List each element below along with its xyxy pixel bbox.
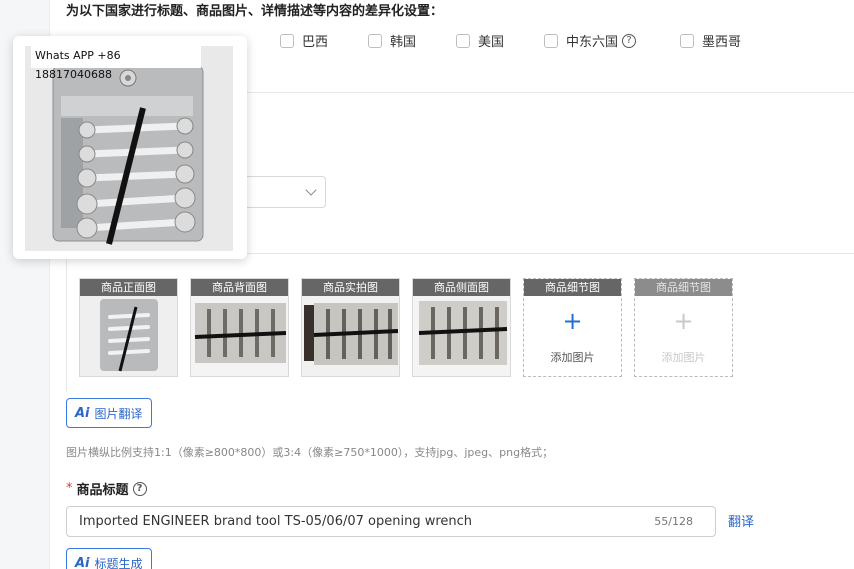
slot-label: 商品细节图 <box>524 279 621 296</box>
checkbox[interactable] <box>456 33 470 48</box>
image-slot-detail-disabled: 商品细节图 + 添加图片 <box>634 278 733 377</box>
title-label-text: 商品标题 <box>76 483 129 498</box>
country-checkbox-brazil[interactable]: 巴西 <box>280 31 328 50</box>
image-preview-popover: Whats APP +86 18817040688 <box>13 36 247 259</box>
chevron-down-icon <box>305 184 317 196</box>
country-checkbox-mexico[interactable]: 墨西哥 <box>680 31 741 50</box>
watermark-caption: Whats APP +86 18817040688 <box>31 46 201 81</box>
image-slot-real-shot[interactable]: 商品实拍图 <box>301 278 400 377</box>
slot-label: 商品正面图 <box>80 279 177 296</box>
checkbox[interactable] <box>368 33 382 48</box>
checkbox[interactable] <box>280 33 294 48</box>
country-checkbox-middle-east[interactable]: 中东六国 ? <box>544 31 637 50</box>
image-translate-button[interactable]: Ai 图片翻译 <box>66 398 152 428</box>
title-input[interactable]: Imported ENGINEER brand tool TS-05/06/07… <box>66 506 716 537</box>
title-generate-button[interactable]: Ai 标题生成 <box>66 548 152 569</box>
settings-heading: 为以下国家进行标题、商品图片、详情描述等内容的差异化设置： <box>66 4 444 19</box>
product-preview-image: Whats APP +86 18817040688 <box>25 46 233 251</box>
slot-label: 商品侧面图 <box>413 279 510 296</box>
country-label: 墨西哥 <box>702 35 742 50</box>
image-slot-row: 商品正面图 商品背面图 商品实拍图 商品侧面图 商品细节图 + 添加图片 商品细… <box>79 278 739 377</box>
country-checkbox-korea[interactable]: 韩国 <box>368 31 416 50</box>
ai-icon: Ai <box>75 555 90 569</box>
country-label: 巴西 <box>302 35 329 50</box>
slot-label: 商品细节图 <box>635 279 732 296</box>
image-translate-label: 图片翻译 <box>94 406 143 421</box>
country-label: 美国 <box>478 35 505 50</box>
ai-icon: Ai <box>75 405 90 421</box>
plus-icon: + <box>562 307 583 335</box>
add-image-label: 添加图片 <box>550 351 595 364</box>
add-image-label: 添加图片 <box>661 351 706 364</box>
plus-icon: + <box>673 307 694 335</box>
slot-label: 商品实拍图 <box>302 279 399 296</box>
image-slot-back[interactable]: 商品背面图 <box>190 278 289 377</box>
country-label: 韩国 <box>390 35 417 50</box>
character-count: 55/128 <box>654 515 693 528</box>
title-field-label: * 商品标题 ? <box>66 479 147 498</box>
checkbox[interactable] <box>680 33 694 48</box>
checkbox[interactable] <box>544 33 558 48</box>
image-slot-front[interactable]: 商品正面图 <box>79 278 178 377</box>
image-slot-detail-add[interactable]: 商品细节图 + 添加图片 <box>523 278 622 377</box>
question-icon[interactable]: ? <box>132 481 147 496</box>
image-format-hint: 图片横纵比例支持1:1（像素≥800*800）或3:4（像素≥750*1000）… <box>66 446 554 459</box>
question-icon[interactable]: ? <box>622 33 637 48</box>
title-generate-label: 标题生成 <box>94 556 143 569</box>
country-label: 中东六国 <box>566 35 619 50</box>
title-translate-link[interactable]: 翻译 <box>728 511 754 530</box>
image-slot-side[interactable]: 商品侧面图 <box>412 278 511 377</box>
slot-label: 商品背面图 <box>191 279 288 296</box>
country-checkbox-usa[interactable]: 美国 <box>456 31 504 50</box>
title-input-value[interactable]: Imported ENGINEER brand tool TS-05/06/07… <box>79 514 472 529</box>
required-asterisk: * <box>66 481 73 496</box>
